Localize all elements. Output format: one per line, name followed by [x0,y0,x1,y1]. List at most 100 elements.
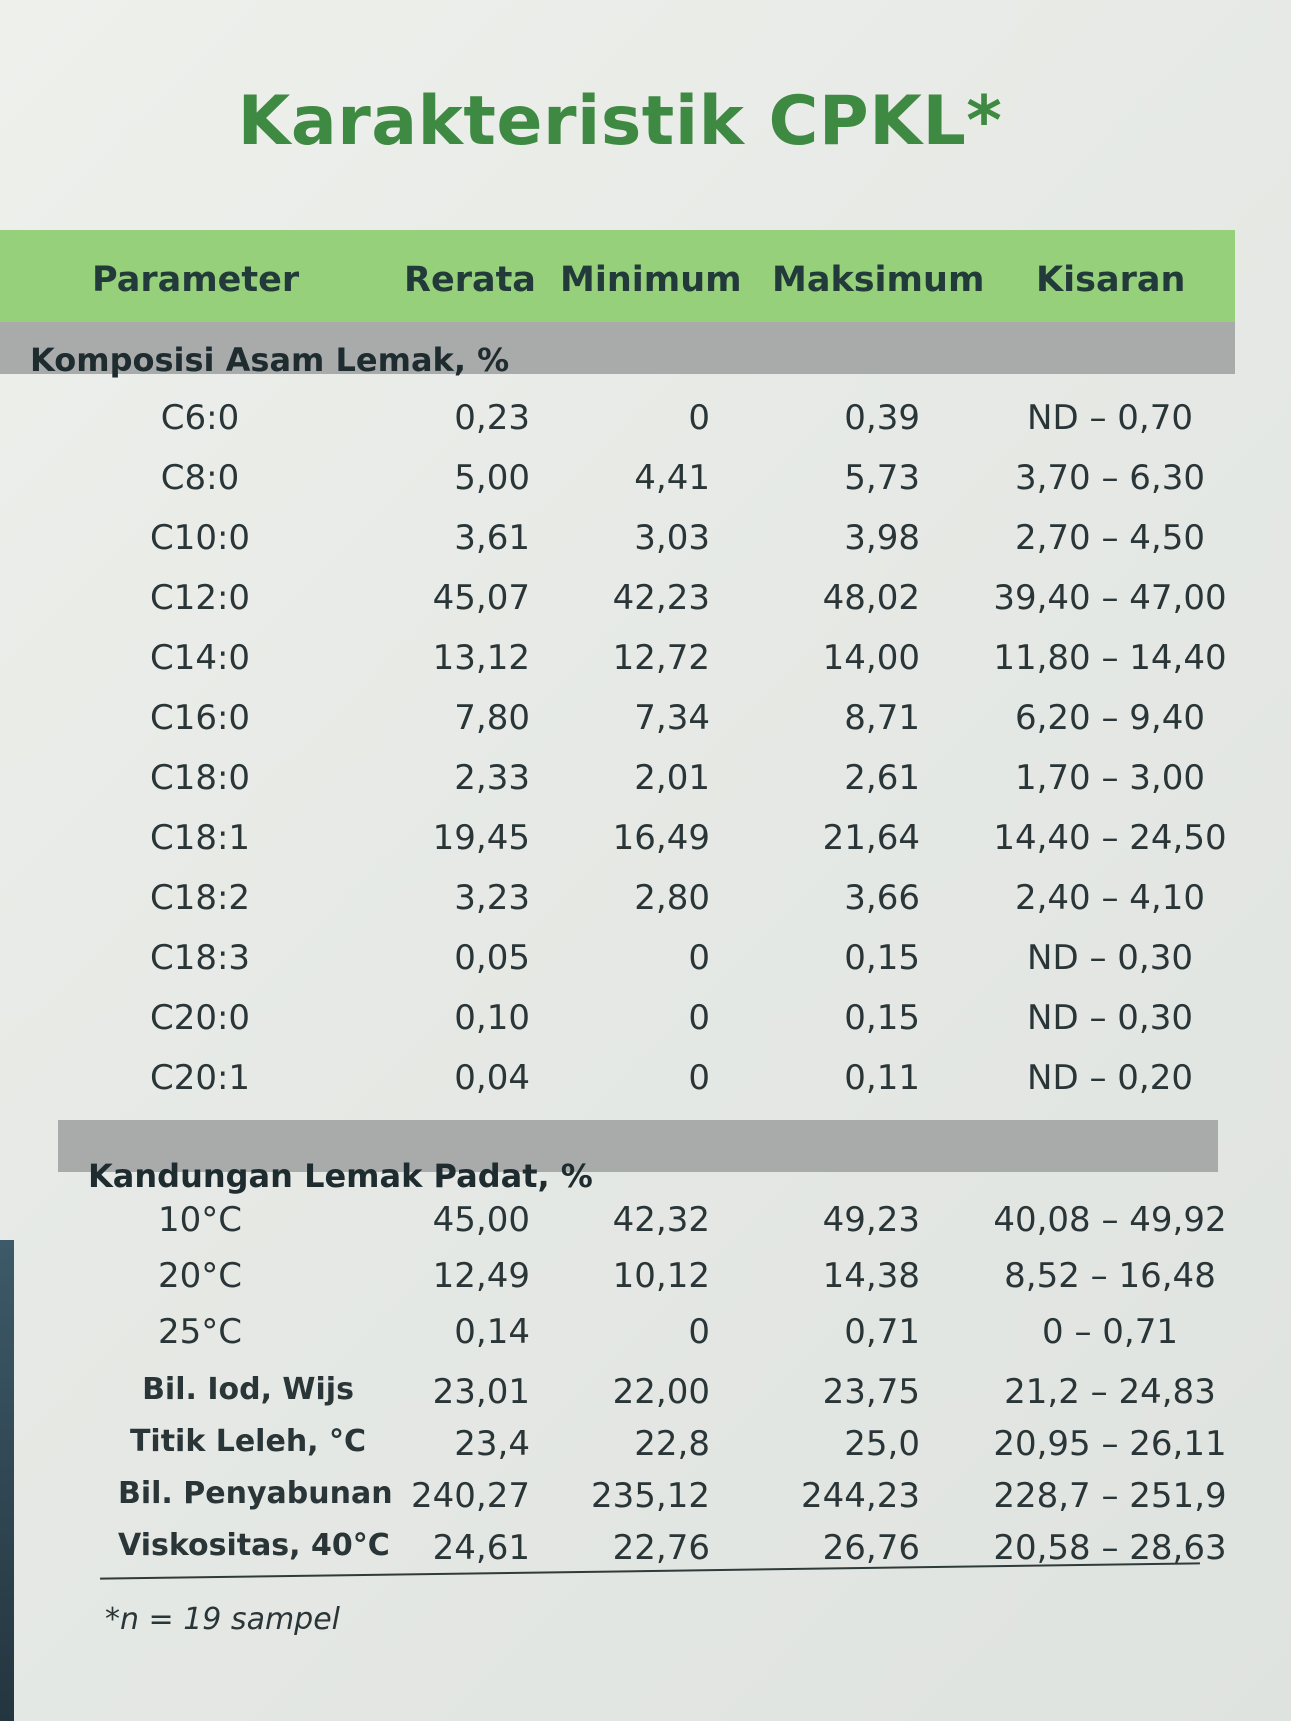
cell-parameter: Bil. Penyabunan [118,1476,393,1511]
header-parameter: Parameter [92,260,300,300]
table-row: C18:2 3,23 2,80 3,66 2,40 – 4,10 [0,878,1291,934]
cell-rerata: 12,49 [432,1256,530,1296]
cell-minimum: 4,41 [634,458,710,498]
cell-kisaran: 14,40 – 24,50 [993,818,1227,858]
cell-kisaran: 1,70 – 3,00 [1014,758,1206,798]
cell-parameter: C10:0 [149,518,251,558]
cell-minimum: 42,32 [612,1200,710,1240]
cell-minimum: 2,01 [634,758,710,798]
cell-parameter: C8:0 [160,458,240,498]
cell-maksimum: 0,15 [844,998,920,1038]
cell-maksimum: 25,0 [844,1424,920,1464]
cell-minimum: 10,12 [612,1256,710,1296]
cell-minimum: 0 [688,398,710,438]
cell-kisaran: ND – 0,30 [1027,938,1193,978]
cell-kisaran: 20,58 – 28,63 [993,1528,1227,1568]
cell-kisaran: 21,2 – 24,83 [1004,1372,1216,1412]
cell-maksimum: 5,73 [844,458,920,498]
table-row: C8:0 5,00 4,41 5,73 3,70 – 6,30 [0,458,1291,514]
cell-kisaran: 3,70 – 6,30 [1014,458,1206,498]
cell-maksimum: 21,64 [822,818,920,858]
cell-minimum: 0 [688,938,710,978]
table-row: 25°C 0,14 0 0,71 0 – 0,71 [0,1312,1291,1368]
cell-parameter: 25°C [157,1312,242,1352]
cell-rerata: 7,80 [454,698,530,738]
cell-rerata: 13,12 [432,638,530,678]
table-row: C20:0 0,10 0 0,15 ND – 0,30 [0,998,1291,1054]
table-row: C10:0 3,61 3,03 3,98 2,70 – 4,50 [0,518,1291,574]
cell-kisaran: 11,80 – 14,40 [993,638,1227,678]
cell-minimum: 7,34 [634,698,710,738]
cell-kisaran: 20,95 – 26,11 [993,1424,1227,1464]
cell-parameter: Titik Leleh, °C [129,1424,367,1459]
cell-maksimum: 49,23 [822,1200,920,1240]
cell-rerata: 5,00 [454,458,530,498]
cell-parameter: C20:0 [149,998,251,1038]
cell-rerata: 240,27 [411,1476,530,1516]
table-row: Titik Leleh, °C 23,4 22,8 25,0 20,95 – 26,11 [0,1424,1291,1480]
cell-parameter: C16:0 [149,698,251,738]
header-minimum: Minimum [560,260,742,300]
table-row: 20°C 12,49 10,12 14,38 8,52 – 16,48 [0,1256,1291,1312]
cell-kisaran: 8,52 – 16,48 [1004,1256,1216,1296]
cell-rerata: 19,45 [432,818,530,858]
cell-maksimum: 3,98 [844,518,920,558]
cell-rerata: 0,05 [454,938,530,978]
cell-maksimum: 244,23 [801,1476,920,1516]
cell-minimum: 12,72 [612,638,710,678]
cell-kisaran: ND – 0,30 [1027,998,1193,1038]
table-row: 10°C 45,00 42,32 49,23 40,08 – 49,92 [0,1200,1291,1256]
table-row: Bil. Penyabunan 240,27 235,12 244,23 228,7 –… [0,1476,1291,1532]
cell-kisaran: ND – 0,20 [1027,1058,1193,1098]
cell-maksimum: 0,15 [844,938,920,978]
cell-parameter: C6:0 [160,398,240,438]
table-row: C6:0 0,23 0 0,39 ND – 0,70 [0,398,1291,454]
cell-maksimum: 0,11 [844,1058,920,1098]
cell-maksimum: 3,66 [844,878,920,918]
cell-parameter: 20°C [157,1256,242,1296]
cell-parameter: C18:2 [149,878,251,918]
section-title: Komposisi Asam Lemak, % [30,341,510,379]
cell-kisaran: 39,40 – 47,00 [993,578,1227,618]
cell-rerata: 0,23 [454,398,530,438]
cell-minimum: 42,23 [612,578,710,618]
cell-rerata: 3,23 [454,878,530,918]
cell-parameter: C12:0 [149,578,251,618]
table-row: C14:0 13,12 12,72 14,00 11,80 – 14,40 [0,638,1291,694]
cell-minimum: 3,03 [634,518,710,558]
cell-parameter: C18:3 [149,938,251,978]
cell-kisaran: 228,7 – 251,9 [993,1476,1227,1516]
table-row: C20:1 0,04 0 0,11 ND – 0,20 [0,1058,1291,1114]
cell-maksimum: 8,71 [844,698,920,738]
cell-rerata: 2,33 [454,758,530,798]
cell-maksimum: 2,61 [844,758,920,798]
cell-maksimum: 0,71 [844,1312,920,1352]
cell-maksimum: 23,75 [822,1372,920,1412]
cell-rerata: 24,61 [432,1528,530,1568]
cell-maksimum: 14,38 [822,1256,920,1296]
header-rerata: Rerata [404,260,536,300]
cell-kisaran: 6,20 – 9,40 [1014,698,1206,738]
cell-minimum: 22,00 [612,1372,710,1412]
cell-kisaran: 2,70 – 4,50 [1014,518,1206,558]
table-row: C16:0 7,80 7,34 8,71 6,20 – 9,40 [0,698,1291,754]
cell-parameter: C14:0 [149,638,251,678]
cell-maksimum: 26,76 [822,1528,920,1568]
cell-rerata: 0,10 [454,998,530,1038]
header-kisaran: Kisaran [1036,260,1186,300]
cell-parameter: C18:0 [149,758,251,798]
cell-minimum: 0 [688,998,710,1038]
cell-minimum: 0 [688,1312,710,1352]
table-row: C18:3 0,05 0 0,15 ND – 0,30 [0,938,1291,994]
table-row: Bil. Iod, Wijs 23,01 22,00 23,75 21,2 – 24,8… [0,1372,1291,1428]
cell-minimum: 2,80 [634,878,710,918]
cell-parameter: 10°C [157,1200,242,1240]
cell-minimum: 22,76 [612,1528,710,1568]
cell-maksimum: 48,02 [822,578,920,618]
cell-kisaran: 2,40 – 4,10 [1014,878,1206,918]
cell-rerata: 3,61 [454,518,530,558]
header-maksimum: Maksimum [772,260,985,300]
cell-parameter: Bil. Iod, Wijs [142,1372,354,1407]
table-row: C18:1 19,45 16,49 21,64 14,40 – 24,50 [0,818,1291,874]
cell-kisaran: 40,08 – 49,92 [993,1200,1227,1240]
